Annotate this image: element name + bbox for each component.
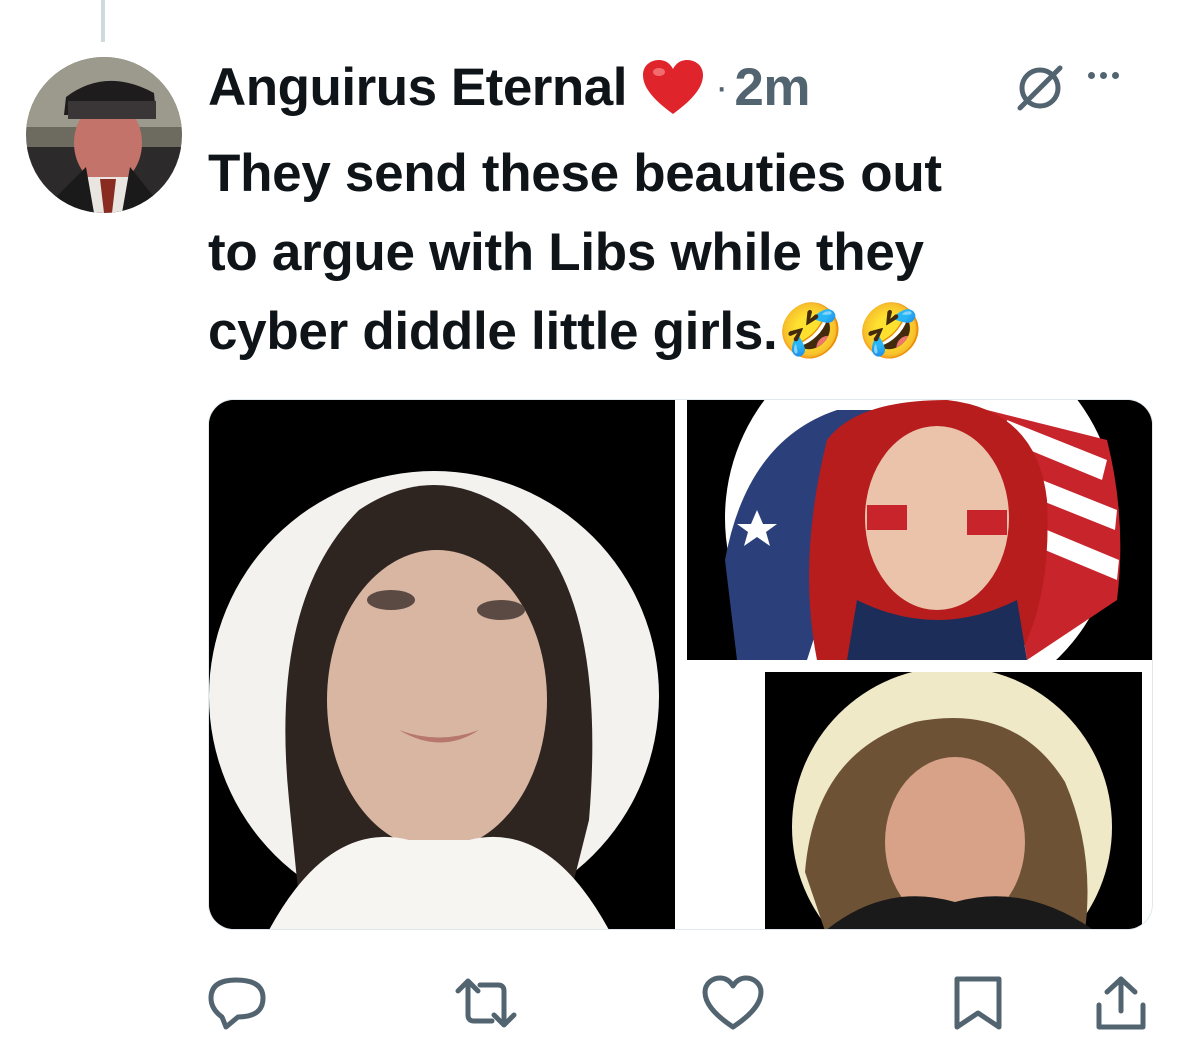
tweet-header: Anguirus Eternal · 2m [208,52,810,122]
red-heart-icon [641,58,705,116]
thread-line [101,0,105,42]
tweet-actions [0,975,1179,1035]
grok-icon[interactable] [1012,58,1068,119]
separator-dot: · [715,64,729,109]
tweet-line: to argue with Libs while they [208,223,924,282]
heart-icon[interactable] [702,975,764,1036]
media-image-3[interactable] [765,672,1142,929]
media-image-2[interactable] [687,400,1152,660]
timestamp[interactable]: 2m [734,57,810,118]
more-options-icon[interactable] [1088,72,1119,79]
media-grid [208,399,1153,930]
tweet-text: They send these beauties out to argue wi… [208,134,1138,371]
tweet-line: They send these beauties out [208,144,942,203]
author-name[interactable]: Anguirus Eternal [208,57,628,118]
author-avatar[interactable] [26,57,182,213]
rofl-emoji: 🤣 [857,302,924,361]
retweet-icon[interactable] [452,975,520,1036]
share-icon[interactable] [1095,975,1147,1036]
tweet-line: cyber diddle little girls.🤣 🤣 [208,302,924,361]
rofl-emoji: 🤣 [777,302,844,361]
bookmark-icon[interactable] [953,975,1003,1036]
reply-icon[interactable] [208,975,266,1036]
media-image-1[interactable] [209,400,675,929]
